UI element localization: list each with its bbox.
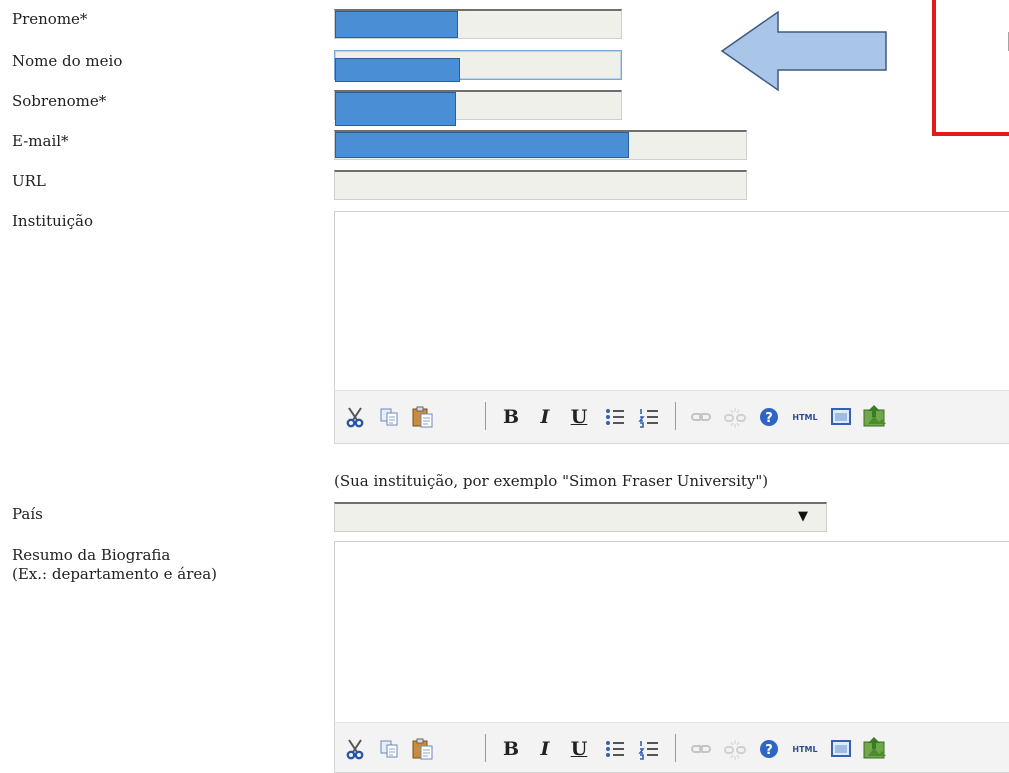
link-icon[interactable] <box>687 403 715 431</box>
label-first-name: Prenome* <box>12 10 88 28</box>
redaction-box <box>335 132 629 158</box>
chevron-down-icon: ▼ <box>798 509 808 524</box>
institution-hint: (Sua instituição, por exemplo "Simon Fra… <box>334 472 769 490</box>
annotation-callout-box: I ( <box>932 0 1009 136</box>
email-field[interactable] <box>334 130 747 160</box>
svg-text:?: ? <box>765 743 773 758</box>
image-upload-icon[interactable] <box>861 403 889 431</box>
institution-textarea[interactable] <box>334 211 1009 391</box>
italic-icon[interactable]: I <box>531 403 559 431</box>
bold-icon[interactable]: B <box>497 403 525 431</box>
annotation-arrow-icon <box>720 10 887 92</box>
bio-textarea[interactable] <box>334 541 1009 724</box>
svg-text:?: ? <box>765 411 773 426</box>
fullscreen-icon[interactable] <box>827 735 855 763</box>
url-field[interactable] <box>334 170 747 200</box>
italic-icon[interactable]: I <box>531 735 559 763</box>
bold-icon[interactable]: B <box>497 735 525 763</box>
label-last-name: Sobrenome* <box>12 92 107 110</box>
numbered-list-icon[interactable] <box>635 403 663 431</box>
last-name-field[interactable] <box>334 90 622 126</box>
paste-icon[interactable] <box>409 403 437 431</box>
cut-icon[interactable] <box>341 403 369 431</box>
paste-icon[interactable] <box>409 735 437 763</box>
label-url: URL <box>12 172 46 190</box>
bulleted-list-icon[interactable] <box>601 403 629 431</box>
copy-icon[interactable] <box>375 735 403 763</box>
underline-icon[interactable]: U <box>565 735 593 763</box>
cut-icon[interactable] <box>341 735 369 763</box>
label-country: País <box>12 505 43 523</box>
numbered-list-icon[interactable] <box>635 735 663 763</box>
label-bio: Resumo da Biografia <box>12 546 171 564</box>
redaction-box <box>335 92 456 126</box>
html-icon[interactable]: HTML <box>789 735 821 763</box>
middle-name-field[interactable] <box>334 50 622 82</box>
institution-editor-toolbar: B I U ? HTML <box>334 390 1009 444</box>
help-icon[interactable]: ? <box>755 735 783 763</box>
bulleted-list-icon[interactable] <box>601 735 629 763</box>
country-select[interactable]: ▼ <box>334 502 827 532</box>
copy-icon[interactable] <box>375 403 403 431</box>
help-icon[interactable]: ? <box>755 403 783 431</box>
label-institution: Instituição <box>12 212 93 230</box>
link-icon[interactable] <box>687 735 715 763</box>
label-bio-example: (Ex.: departamento e área) <box>12 565 218 583</box>
html-icon[interactable]: HTML <box>789 403 821 431</box>
fullscreen-icon[interactable] <box>827 403 855 431</box>
underline-icon[interactable]: U <box>565 403 593 431</box>
image-upload-icon[interactable] <box>861 735 889 763</box>
bio-editor-toolbar: B I U ? HTML <box>334 722 1009 773</box>
label-middle-name: Nome do meio <box>12 52 123 70</box>
redaction-box <box>335 58 460 82</box>
label-email: E-mail* <box>12 132 69 150</box>
unlink-icon[interactable] <box>721 403 749 431</box>
unlink-icon[interactable] <box>721 735 749 763</box>
first-name-field[interactable] <box>334 9 622 39</box>
redaction-box <box>335 11 458 38</box>
